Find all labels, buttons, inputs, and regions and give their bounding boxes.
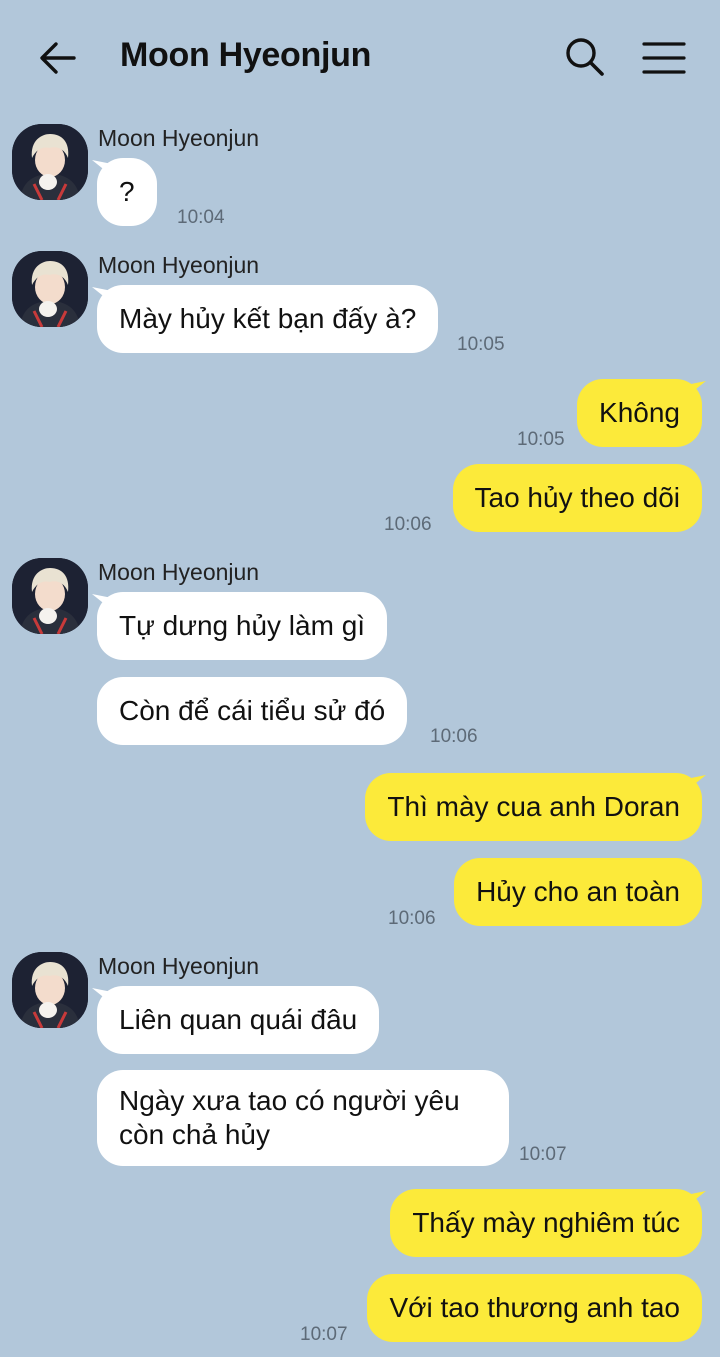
- search-button[interactable]: [562, 34, 608, 80]
- search-icon: [566, 38, 604, 76]
- message-bubble-outgoing[interactable]: Thấy mày nghiêm túc: [390, 1189, 702, 1257]
- arrow-left-icon: [40, 42, 76, 74]
- message-time: 10:05: [457, 334, 505, 355]
- message-bubble-incoming[interactable]: Mày hủy kết bạn đấy à?: [97, 285, 439, 353]
- avatar[interactable]: [12, 251, 88, 327]
- message-time: 10:07: [519, 1144, 567, 1165]
- message-time: 10:04: [177, 207, 225, 228]
- avatar[interactable]: [12, 558, 88, 634]
- message-time: 10:07: [300, 1324, 348, 1345]
- message-time: 10:06: [384, 514, 432, 535]
- message-bubble-outgoing[interactable]: Thì mày cua anh Doran: [365, 773, 702, 841]
- message-bubble-incoming[interactable]: Ngày xưa tao có người yêu còn chả hủy: [97, 1070, 509, 1166]
- profile-photo: [12, 952, 88, 1028]
- message-bubble-incoming[interactable]: ?: [97, 158, 157, 226]
- sender-name: Moon Hyeonjun: [98, 252, 260, 278]
- profile-photo: [12, 124, 88, 200]
- message-time: 10:06: [430, 726, 478, 747]
- back-button[interactable]: [36, 36, 80, 80]
- message-bubble-outgoing[interactable]: Tao hủy theo dõi: [452, 464, 702, 532]
- sender-name: Moon Hyeonjun: [98, 125, 260, 151]
- hamburger-menu-icon: [642, 42, 686, 74]
- sender-name: Moon Hyeonjun: [98, 953, 260, 979]
- sender-name: Moon Hyeonjun: [98, 559, 260, 585]
- message-bubble-outgoing[interactable]: Với tao thương anh tao: [367, 1274, 702, 1342]
- message-time: 10:06: [388, 908, 436, 929]
- profile-photo: [12, 558, 88, 634]
- profile-photo: [12, 251, 88, 327]
- avatar[interactable]: [12, 124, 88, 200]
- menu-button[interactable]: [640, 36, 688, 80]
- message-bubble-outgoing[interactable]: Hủy cho an toàn: [454, 858, 702, 926]
- avatar[interactable]: [12, 952, 88, 1028]
- chat-title: Moon Hyeonjun: [120, 36, 372, 74]
- message-bubble-incoming[interactable]: Còn để cái tiểu sử đó: [97, 677, 408, 745]
- message-time: 10:05: [517, 429, 565, 450]
- message-bubble-outgoing[interactable]: Không: [577, 379, 702, 447]
- message-bubble-incoming[interactable]: Tự dưng hủy làm gì: [97, 592, 388, 660]
- message-bubble-incoming[interactable]: Liên quan quái đâu: [97, 986, 380, 1054]
- chat-header: Moon Hyeonjun: [0, 0, 720, 112]
